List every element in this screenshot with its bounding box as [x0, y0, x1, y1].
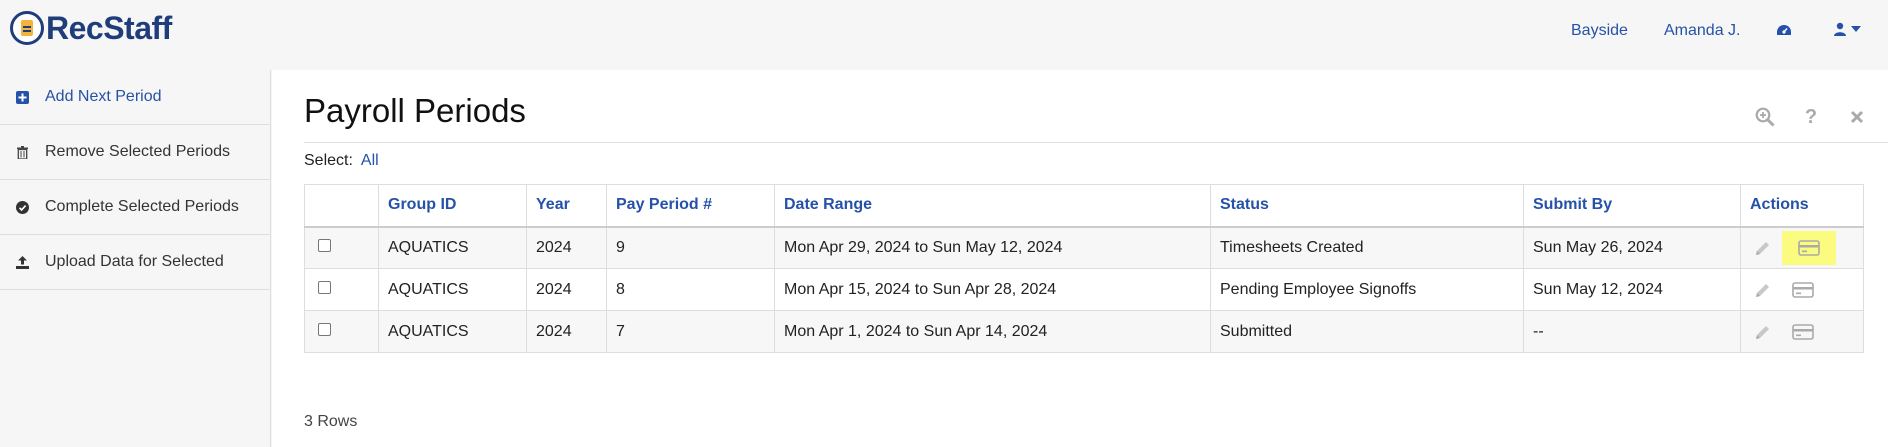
- dashboard-icon[interactable]: [1776, 24, 1792, 43]
- payment-card-icon[interactable]: [1782, 230, 1836, 265]
- sidebar: Add Next Period Remove Selected Periods …: [0, 70, 271, 447]
- title-divider: [304, 142, 1888, 143]
- cell-year: 2024: [526, 268, 607, 311]
- cell-date-range: Mon Apr 1, 2024 to Sun Apr 14, 2024: [774, 310, 1211, 353]
- cell-status: Submitted: [1210, 310, 1524, 353]
- close-icon[interactable]: [1846, 106, 1868, 128]
- select-label: Select:: [304, 152, 353, 169]
- table-row: AQUATICS 2024 8 Mon Apr 15, 2024 to Sun …: [304, 268, 1864, 311]
- trash-icon: [14, 144, 30, 160]
- cell-group-id: AQUATICS: [378, 268, 527, 311]
- header-actions: Actions: [1740, 184, 1864, 228]
- check-circle-icon: [14, 199, 30, 215]
- edit-pencil-icon[interactable]: [1750, 279, 1776, 301]
- row-checkbox[interactable]: [318, 280, 331, 294]
- row-checkbox[interactable]: [318, 322, 331, 336]
- cell-year: 2024: [526, 310, 607, 353]
- top-bar: RecStaff Bayside Amanda J.: [0, 0, 1888, 70]
- panel-tools: ?: [1754, 106, 1868, 128]
- cell-pay-period: 8: [606, 268, 775, 311]
- cell-date-range: Mon Apr 15, 2024 to Sun Apr 28, 2024: [774, 268, 1211, 311]
- sidebar-item-remove-selected[interactable]: Remove Selected Periods: [0, 125, 270, 180]
- page-title: Payroll Periods: [304, 92, 526, 129]
- cell-group-id: AQUATICS: [378, 226, 527, 269]
- cell-submit-by: --: [1523, 310, 1741, 353]
- cell-group-id: AQUATICS: [378, 310, 527, 353]
- table-header-row: Group ID Year Pay Period # Date Range St…: [304, 184, 1864, 228]
- select-row: Select: All: [304, 152, 379, 170]
- header-status[interactable]: Status: [1210, 184, 1524, 228]
- header-pay-period[interactable]: Pay Period #: [606, 184, 775, 228]
- logo-icon: [10, 11, 44, 45]
- header-date-range[interactable]: Date Range: [774, 184, 1211, 228]
- user-icon: [1834, 22, 1846, 36]
- sidebar-item-label: Add Next Period: [45, 88, 162, 105]
- cell-submit-by: Sun May 26, 2024: [1523, 226, 1741, 269]
- cell-date-range: Mon Apr 29, 2024 to Sun May 12, 2024: [774, 226, 1211, 269]
- upload-icon: [14, 254, 30, 270]
- edit-pencil-icon[interactable]: [1750, 321, 1776, 343]
- header-group-id[interactable]: Group ID: [378, 184, 527, 228]
- sidebar-item-complete-selected[interactable]: Complete Selected Periods: [0, 180, 270, 235]
- location-link[interactable]: Bayside: [1571, 22, 1628, 40]
- recstaff-logo[interactable]: RecStaff: [10, 8, 172, 48]
- table-row: AQUATICS 2024 7 Mon Apr 1, 2024 to Sun A…: [304, 310, 1864, 353]
- main-panel: Payroll Periods ? Select: All Group ID Ye…: [272, 70, 1888, 447]
- header-year[interactable]: Year: [526, 184, 607, 228]
- cell-pay-period: 7: [606, 310, 775, 353]
- cell-status: Timesheets Created: [1210, 226, 1524, 269]
- chevron-down-icon: [1851, 26, 1861, 32]
- sidebar-item-label: Remove Selected Periods: [45, 143, 230, 160]
- sidebar-item-upload-data[interactable]: Upload Data for Selected: [0, 235, 270, 290]
- account-menu[interactable]: [1834, 22, 1861, 36]
- header-select: [304, 184, 379, 228]
- logo-text: RecStaff: [46, 9, 172, 46]
- table-row: AQUATICS 2024 9 Mon Apr 29, 2024 to Sun …: [304, 226, 1864, 269]
- sidebar-item-label: Complete Selected Periods: [45, 198, 239, 215]
- plus-square-icon: [14, 89, 30, 105]
- cell-status: Pending Employee Signoffs: [1210, 268, 1524, 311]
- payroll-periods-table: Group ID Year Pay Period # Date Range St…: [304, 184, 1864, 353]
- select-all-link[interactable]: All: [361, 152, 379, 169]
- sidebar-item-add-next-period[interactable]: Add Next Period: [0, 70, 270, 125]
- user-name-link[interactable]: Amanda J.: [1664, 22, 1740, 40]
- cell-year: 2024: [526, 226, 607, 269]
- row-checkbox[interactable]: [318, 238, 331, 252]
- sidebar-item-label: Upload Data for Selected: [45, 253, 224, 270]
- cell-pay-period: 9: [606, 226, 775, 269]
- edit-pencil-icon[interactable]: [1750, 237, 1776, 259]
- header-submit-by[interactable]: Submit By: [1523, 184, 1741, 228]
- cell-submit-by: Sun May 12, 2024: [1523, 268, 1741, 311]
- payment-card-icon[interactable]: [1790, 279, 1816, 301]
- payment-card-icon[interactable]: [1790, 321, 1816, 343]
- help-icon[interactable]: ?: [1800, 106, 1822, 128]
- zoom-icon[interactable]: [1754, 106, 1776, 128]
- row-count: 3 Rows: [304, 413, 358, 430]
